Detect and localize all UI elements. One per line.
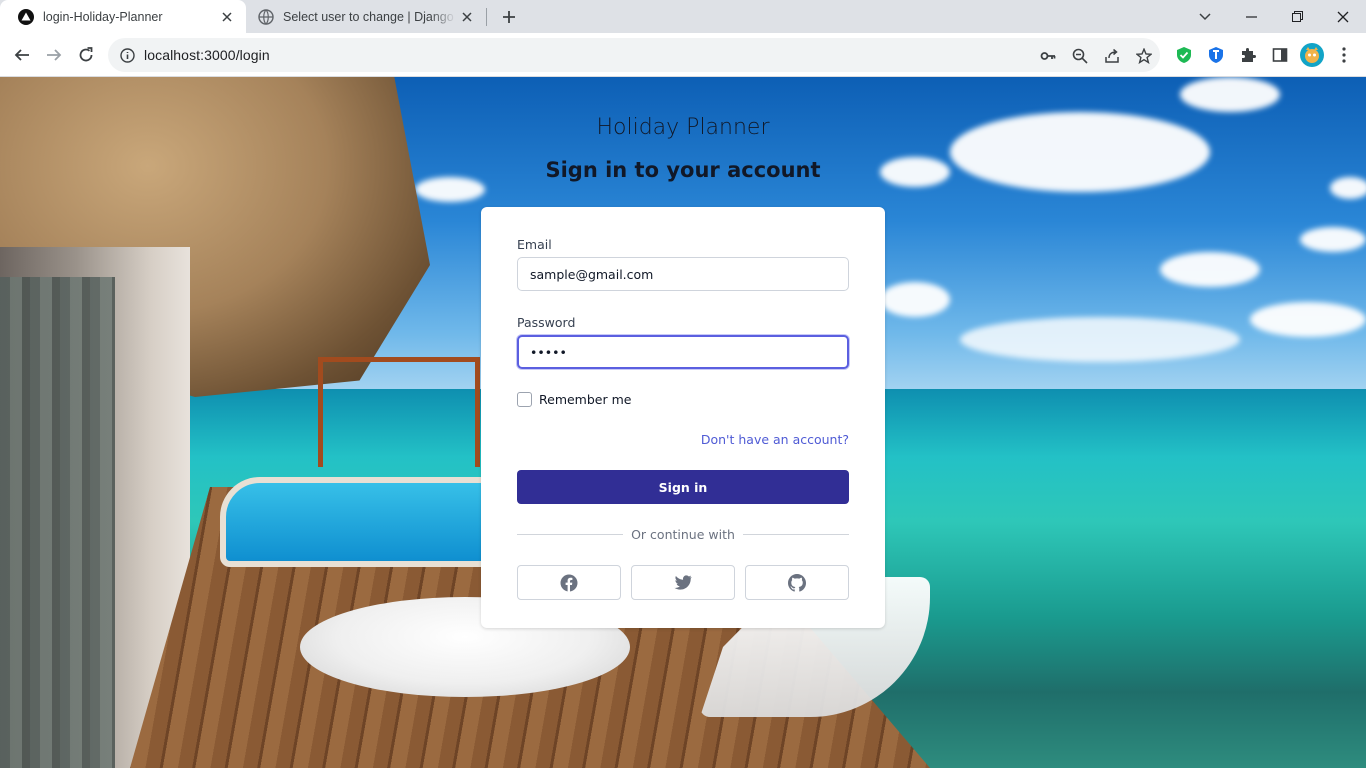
forward-button[interactable] [38,39,70,71]
remember-me-label: Remember me [539,392,632,407]
tab-title: Select user to change | Django site admi… [283,9,456,24]
page-heading: Sign in to your account [545,158,821,182]
tab-login-holiday-planner[interactable]: login-Holiday-Planner [0,0,246,33]
github-icon [788,573,806,592]
more-menu-icon[interactable] [1333,44,1355,66]
tab-search-chevron-icon[interactable] [1182,0,1228,33]
divider-text: Or continue with [481,527,885,542]
new-tab-button[interactable] [497,5,521,29]
facebook-login-button[interactable] [517,565,621,600]
github-login-button[interactable] [745,565,849,600]
remember-me-checkbox[interactable] [517,392,532,407]
close-window-button[interactable] [1320,0,1366,33]
minimize-button[interactable] [1228,0,1274,33]
login-card: Email Password Remember me Don't have an… [481,207,885,628]
reload-button[interactable] [70,39,102,71]
twitter-login-button[interactable] [631,565,735,600]
url-text: localhost:3000/login [144,47,270,63]
signup-link[interactable]: Don't have an account? [701,432,849,447]
globe-icon [258,8,274,25]
key-icon[interactable] [1037,45,1059,67]
tab-title: login-Holiday-Planner [43,9,163,24]
side-panel-icon[interactable] [1269,44,1291,66]
zoom-icon[interactable] [1069,45,1091,67]
adblock-shield-icon[interactable] [1173,44,1195,66]
email-label: Email [517,237,552,252]
site-info-icon[interactable] [110,38,144,72]
browser-tab-bar: login-Holiday-Planner Select user to cha… [0,0,1366,33]
browser-toolbar: localhost:3000/login [0,33,1366,77]
facebook-icon [560,574,578,591]
page-content: Holiday Planner Sign in to your account … [0,77,1366,768]
share-icon[interactable] [1101,45,1123,67]
divider-label: Or continue with [623,527,743,542]
address-bar[interactable]: localhost:3000/login [108,38,1160,72]
sign-in-button[interactable]: Sign in [517,470,849,504]
extensions-puzzle-icon[interactable] [1237,44,1259,66]
restore-button[interactable] [1274,0,1320,33]
email-field[interactable] [517,257,849,291]
tab-django-admin[interactable]: Select user to change | Django site admi… [246,0,486,33]
password-field[interactable] [517,335,849,369]
back-button[interactable] [6,39,38,71]
tab-separator [486,8,487,26]
tab-close-icon[interactable] [216,6,238,28]
bookmark-star-icon[interactable] [1133,45,1155,67]
tab-close-icon[interactable] [456,6,478,28]
profile-avatar[interactable] [1300,43,1324,67]
vpn-shield-icon[interactable] [1205,44,1227,66]
app-favicon-icon [18,8,34,25]
app-title: Holiday Planner [596,115,770,140]
twitter-icon [674,574,692,590]
password-label: Password [517,315,576,330]
